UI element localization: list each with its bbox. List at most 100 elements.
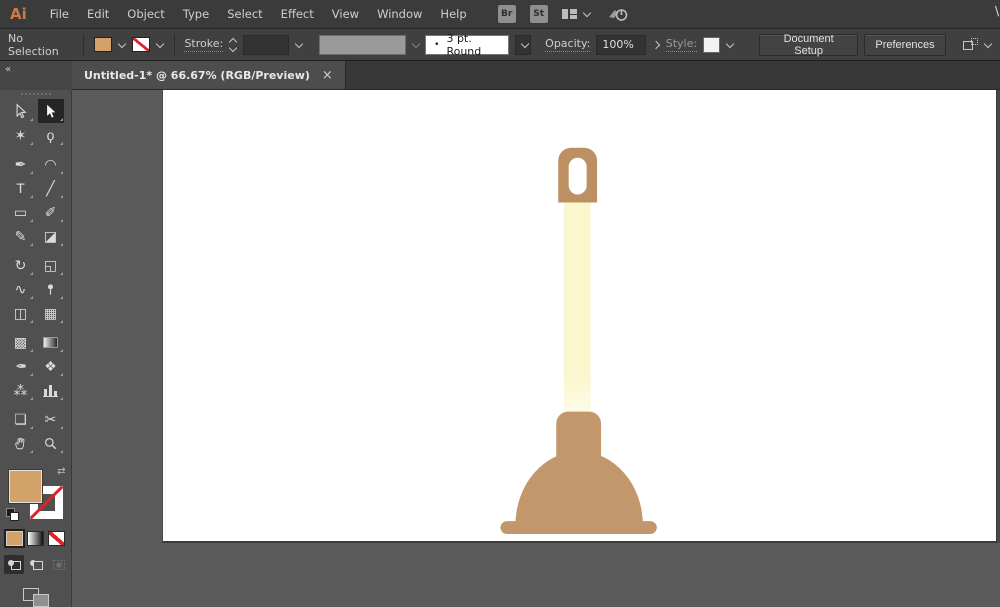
- menu-item-select[interactable]: Select: [218, 0, 271, 29]
- slice-tool-icon: ✂: [44, 411, 57, 427]
- transform-chevron-icon[interactable]: [984, 41, 992, 49]
- none-button[interactable]: [48, 530, 65, 546]
- stroke-weight-label[interactable]: Stroke:: [184, 37, 224, 52]
- eraser-tool[interactable]: ◪: [38, 224, 64, 248]
- menu-item-edit[interactable]: Edit: [78, 0, 118, 29]
- tool-group: ↻ ◱ ∿ ◫ ▦: [8, 253, 64, 325]
- menu-item-effect[interactable]: Effect: [272, 0, 323, 29]
- slice-tool[interactable]: ✂: [38, 407, 64, 431]
- fill-color-box[interactable]: [7, 469, 43, 504]
- width-tool[interactable]: ∿: [8, 277, 34, 301]
- width-profile-chevron-icon[interactable]: [412, 41, 420, 49]
- perspective-grid-tool[interactable]: ▦: [38, 301, 64, 325]
- menu-item-help[interactable]: Help: [431, 0, 475, 29]
- default-fill-stroke-icon[interactable]: [5, 507, 19, 521]
- opacity-expand-icon[interactable]: [652, 41, 660, 49]
- plunger-base[interactable]: [500, 521, 657, 535]
- vertical-scrollbar[interactable]: [996, 90, 1000, 543]
- draw-behind-mode-button[interactable]: [26, 555, 46, 574]
- plunger-neck[interactable]: [556, 411, 602, 461]
- tab-close-icon[interactable]: ×: [322, 68, 333, 83]
- eyedropper-tool[interactable]: ✒: [8, 354, 34, 378]
- stroke-weight-input[interactable]: [243, 34, 290, 55]
- style-swatch[interactable]: [703, 36, 721, 53]
- menu-item-view[interactable]: View: [323, 0, 368, 29]
- lasso-tool[interactable]: ϙ: [38, 123, 64, 147]
- selection-tool-icon: [12, 102, 29, 120]
- blend-tool[interactable]: ❖: [38, 354, 64, 378]
- workspace-chevron-icon[interactable]: [583, 10, 591, 18]
- tool-group: ▩ ✒ ❖ ⁂: [8, 330, 64, 402]
- curvature-tool[interactable]: ◠: [38, 152, 64, 176]
- change-screen-mode-icon[interactable]: [22, 587, 49, 607]
- scale-tool[interactable]: ◱: [38, 253, 64, 277]
- stepper-down-icon[interactable]: [229, 45, 237, 53]
- puppet-warp-tool[interactable]: [38, 277, 64, 301]
- magic-wand-tool-icon: ✶: [14, 127, 27, 143]
- opacity-label[interactable]: Opacity:: [545, 37, 591, 52]
- plunger-shaft[interactable]: [563, 199, 591, 412]
- control-bar: No Selection Stroke: • 3 pt. Round Opaci…: [0, 29, 1000, 61]
- shape-builder-tool[interactable]: ◫: [8, 301, 34, 325]
- stepper-up-icon[interactable]: [229, 36, 237, 44]
- selection-tool[interactable]: [8, 99, 34, 123]
- shaper-tool[interactable]: ✎: [8, 224, 34, 248]
- artboard-tool[interactable]: ❏: [8, 407, 34, 431]
- style-label[interactable]: Style:: [665, 37, 698, 52]
- draw-normal-icon: [7, 559, 21, 570]
- mesh-tool[interactable]: ▩: [8, 330, 34, 354]
- illustrator-logo: Ai: [10, 5, 27, 23]
- color-button[interactable]: [4, 528, 25, 548]
- magic-wand-tool[interactable]: ✶: [8, 123, 34, 147]
- rotate-tool-icon: ↻: [14, 257, 27, 273]
- paintbrush-tool[interactable]: ✐: [38, 200, 64, 224]
- brush-chevron-button[interactable]: [515, 34, 532, 55]
- workspace-switcher-icon[interactable]: [561, 9, 577, 19]
- pasteboard[interactable]: [72, 90, 1000, 607]
- symbol-sprayer-tool[interactable]: ⁂: [8, 378, 34, 402]
- gradient-button[interactable]: [27, 530, 44, 546]
- draw-normal-mode-button[interactable]: [3, 554, 24, 574]
- plunger-cup[interactable]: [515, 451, 643, 526]
- bridge-button[interactable]: Br: [497, 5, 516, 23]
- rectangle-tool[interactable]: ▭: [8, 200, 34, 224]
- column-graph-tool[interactable]: [38, 378, 64, 402]
- stroke-swatch[interactable]: [131, 37, 150, 52]
- line-segment-tool[interactable]: ╱: [38, 176, 64, 200]
- document-tab[interactable]: Untitled-1* @ 66.67% (RGB/Preview) ×: [72, 61, 346, 89]
- panel-drag-handle[interactable]: [20, 93, 51, 95]
- pen-tool[interactable]: ✒: [8, 152, 34, 176]
- transform-reference-icon[interactable]: [963, 37, 979, 52]
- plunger-artwork[interactable]: [163, 90, 996, 541]
- artboard[interactable]: [162, 90, 996, 543]
- fill-chevron-icon[interactable]: [118, 41, 126, 49]
- preferences-button[interactable]: Preferences: [864, 33, 946, 56]
- menu-item-window[interactable]: Window: [368, 0, 431, 29]
- menu-item-type[interactable]: Type: [174, 0, 218, 29]
- swap-fill-stroke-icon[interactable]: ⇄: [57, 466, 65, 477]
- style-chevron-icon[interactable]: [726, 41, 734, 49]
- zoom-tool[interactable]: [38, 431, 64, 455]
- touch-workspace-icon[interactable]: [607, 5, 629, 23]
- rotate-tool[interactable]: ↻: [8, 253, 34, 277]
- hand-tool[interactable]: [8, 431, 34, 455]
- tool-groups: ✶ ϙ ✒ ◠ T ╱ ▭ ✐ ✎ ◪ ↻ ◱ ∿ ◫ ▦ ▩ ✒ ❖ ⁂ ❏ ✂: [8, 99, 64, 460]
- gradient-tool[interactable]: [38, 330, 64, 354]
- stroke-chevron-icon[interactable]: [156, 41, 164, 49]
- opacity-input[interactable]: 100%: [596, 34, 647, 55]
- menu-item-file[interactable]: File: [41, 0, 78, 29]
- stock-button[interactable]: St: [529, 5, 548, 23]
- zoom-tool-icon: [43, 436, 58, 451]
- fill-swatch[interactable]: [94, 37, 113, 52]
- draw-inside-mode-button[interactable]: [48, 555, 68, 574]
- document-setup-button[interactable]: Document Setup: [758, 33, 859, 57]
- puppet-warp-tool-icon: [43, 282, 58, 297]
- type-tool[interactable]: T: [8, 176, 34, 200]
- menu-item-object[interactable]: Object: [118, 0, 173, 29]
- width-profile-dropdown[interactable]: [318, 34, 406, 55]
- brush-definition-dropdown[interactable]: • 3 pt. Round: [425, 32, 510, 58]
- stroke-weight-chevron-icon[interactable]: [295, 41, 303, 49]
- direct-selection-tool[interactable]: [37, 99, 64, 123]
- collapse-panel-icon[interactable]: «: [5, 64, 11, 75]
- stroke-weight-stepper[interactable]: [229, 35, 237, 55]
